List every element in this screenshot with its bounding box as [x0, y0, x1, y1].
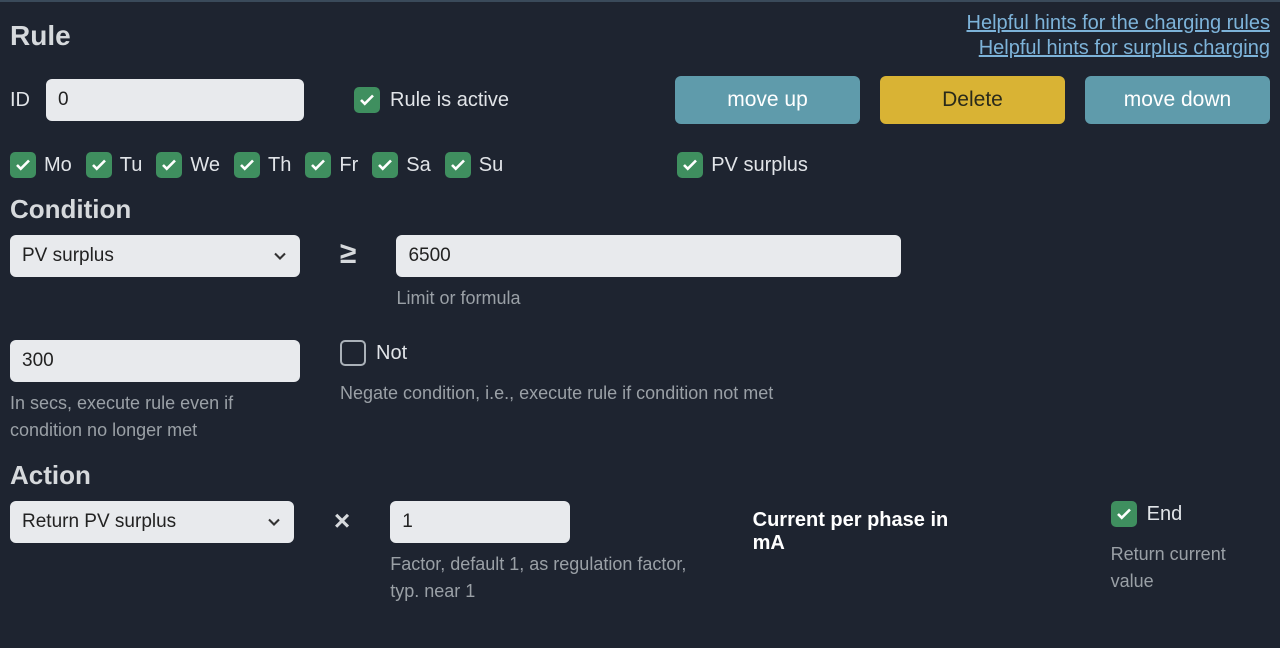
action-phase-label: Current per phase in mA	[753, 509, 981, 555]
day-fr-checkbox[interactable]	[305, 152, 331, 178]
action-end-checkbox[interactable]	[1111, 501, 1137, 527]
day-sa-checkbox[interactable]	[372, 152, 398, 178]
condition-heading: Condition	[10, 194, 1270, 225]
rule-active-label: Rule is active	[390, 89, 509, 112]
action-select-value: Return PV surplus	[22, 511, 176, 533]
condition-secs-input[interactable]	[10, 340, 300, 382]
action-heading: Action	[10, 460, 1270, 491]
action-end-help: Return current value	[1111, 541, 1270, 595]
condition-select-value: PV surplus	[22, 245, 114, 267]
day-su-checkbox[interactable]	[445, 152, 471, 178]
day-su-label: Su	[479, 154, 503, 177]
action-select[interactable]: Return PV surplus	[10, 501, 294, 543]
action-multiply-symbol: ×	[334, 505, 350, 537]
check-icon	[238, 156, 256, 174]
condition-operator: ≥	[340, 237, 356, 271]
condition-not-checkbox[interactable]	[340, 340, 366, 366]
check-icon	[449, 156, 467, 174]
move-down-button[interactable]: move down	[1085, 76, 1270, 124]
link-charging-rules-hints[interactable]: Helpful hints for the charging rules	[967, 12, 1271, 35]
chevron-down-icon	[264, 512, 284, 532]
link-surplus-charging-hints[interactable]: Helpful hints for surplus charging	[967, 37, 1271, 60]
check-icon	[358, 91, 376, 109]
condition-select[interactable]: PV surplus	[10, 235, 300, 277]
action-end-label: End	[1147, 503, 1183, 526]
pv-surplus-label: PV surplus	[711, 154, 808, 177]
day-we-label: We	[190, 154, 220, 177]
check-icon	[309, 156, 327, 174]
condition-not-help: Negate condition, i.e., execute rule if …	[340, 380, 773, 407]
condition-not-label: Not	[376, 342, 407, 365]
day-tu-checkbox[interactable]	[86, 152, 112, 178]
day-mo-label: Mo	[44, 154, 72, 177]
move-up-button[interactable]: move up	[675, 76, 860, 124]
day-tu-label: Tu	[120, 154, 143, 177]
pv-surplus-checkbox[interactable]	[677, 152, 703, 178]
day-th-label: Th	[268, 154, 291, 177]
check-icon	[376, 156, 394, 174]
condition-limit-help: Limit or formula	[396, 285, 816, 312]
day-fr-label: Fr	[339, 154, 358, 177]
id-label: ID	[10, 89, 30, 112]
rule-active-checkbox[interactable]	[354, 87, 380, 113]
condition-limit-input[interactable]	[396, 235, 901, 277]
chevron-down-icon	[270, 246, 290, 266]
day-we-checkbox[interactable]	[156, 152, 182, 178]
check-icon	[90, 156, 108, 174]
condition-secs-help: In secs, execute rule even if condition …	[10, 390, 300, 444]
day-sa-label: Sa	[406, 154, 430, 177]
check-icon	[14, 156, 32, 174]
day-th-checkbox[interactable]	[234, 152, 260, 178]
day-mo-checkbox[interactable]	[10, 152, 36, 178]
check-icon	[1115, 505, 1133, 523]
action-factor-input[interactable]	[390, 501, 570, 543]
action-factor-help: Factor, default 1, as regulation factor,…	[390, 551, 712, 605]
delete-button[interactable]: Delete	[880, 76, 1065, 124]
check-icon	[160, 156, 178, 174]
id-input[interactable]	[46, 79, 304, 121]
check-icon	[681, 156, 699, 174]
